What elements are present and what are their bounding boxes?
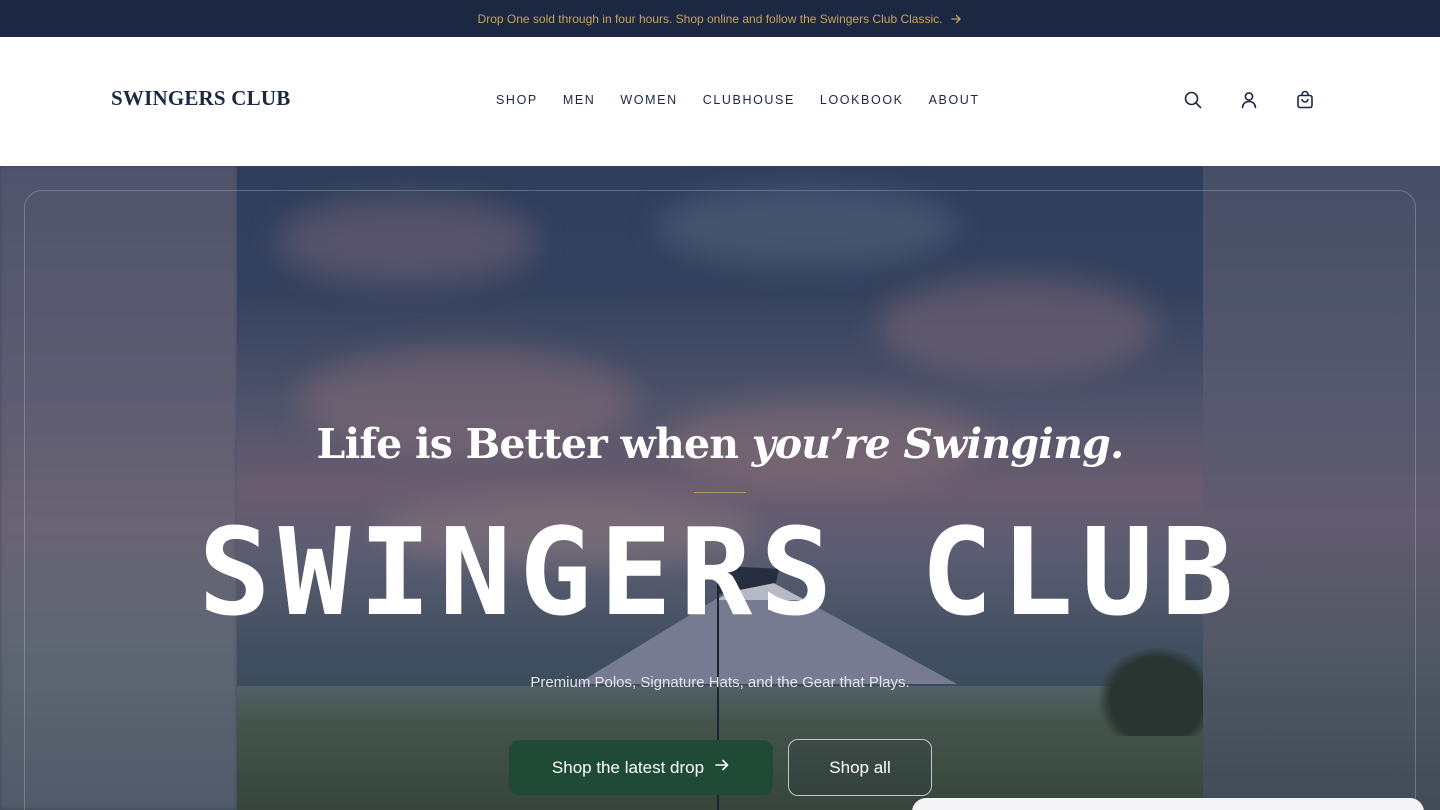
nav-item-women[interactable]: WOMEN (620, 93, 677, 107)
main-nav: SHOP MEN WOMEN CLUBHOUSE LOOKBOOK ABOUT (496, 93, 980, 107)
arrow-right-icon (714, 757, 730, 778)
site-header: SWINGERS CLUB SHOP MEN WOMEN CLUBHOUSE L… (0, 37, 1440, 166)
header-icons (1183, 90, 1315, 110)
hero-divider (694, 492, 746, 493)
shop-latest-drop-label: Shop the latest drop (551, 757, 705, 777)
tagline-italic: you’re Swinging. (751, 420, 1125, 468)
hero-section: Life is Better when you’re Swinging. SWI… (0, 166, 1440, 810)
search-icon[interactable] (1183, 90, 1203, 110)
hero-tagline: Life is Better when you’re Swinging. (0, 420, 1440, 468)
shop-all-label: Shop all (829, 757, 891, 777)
shop-all-button[interactable]: Shop all (788, 739, 932, 796)
nav-item-shop[interactable]: SHOP (496, 93, 538, 107)
logo[interactable]: SWINGERS CLUB (111, 86, 290, 111)
nav-item-men[interactable]: MEN (563, 93, 596, 107)
announcement-text[interactable]: Drop One sold through in four hours. Sho… (478, 12, 943, 26)
account-icon[interactable] (1239, 90, 1259, 110)
chat-widget[interactable] (912, 798, 1424, 810)
hero-frame (24, 190, 1416, 810)
cart-icon[interactable] (1295, 90, 1315, 110)
arrow-right-icon (950, 13, 962, 25)
nav-item-clubhouse[interactable]: CLUBHOUSE (703, 93, 795, 107)
announcement-bar[interactable]: Drop One sold through in four hours. Sho… (0, 0, 1440, 37)
nav-item-lookbook[interactable]: LOOKBOOK (820, 93, 904, 107)
hero-subtitle: Premium Polos, Signature Hats, and the G… (530, 674, 910, 691)
tagline-plain: Life is Better when (316, 420, 752, 468)
shop-latest-drop-button[interactable]: Shop the latest drop (509, 740, 773, 795)
hero-brand-title: SWINGERS CLUB (198, 504, 1242, 643)
nav-item-about[interactable]: ABOUT (929, 93, 980, 107)
